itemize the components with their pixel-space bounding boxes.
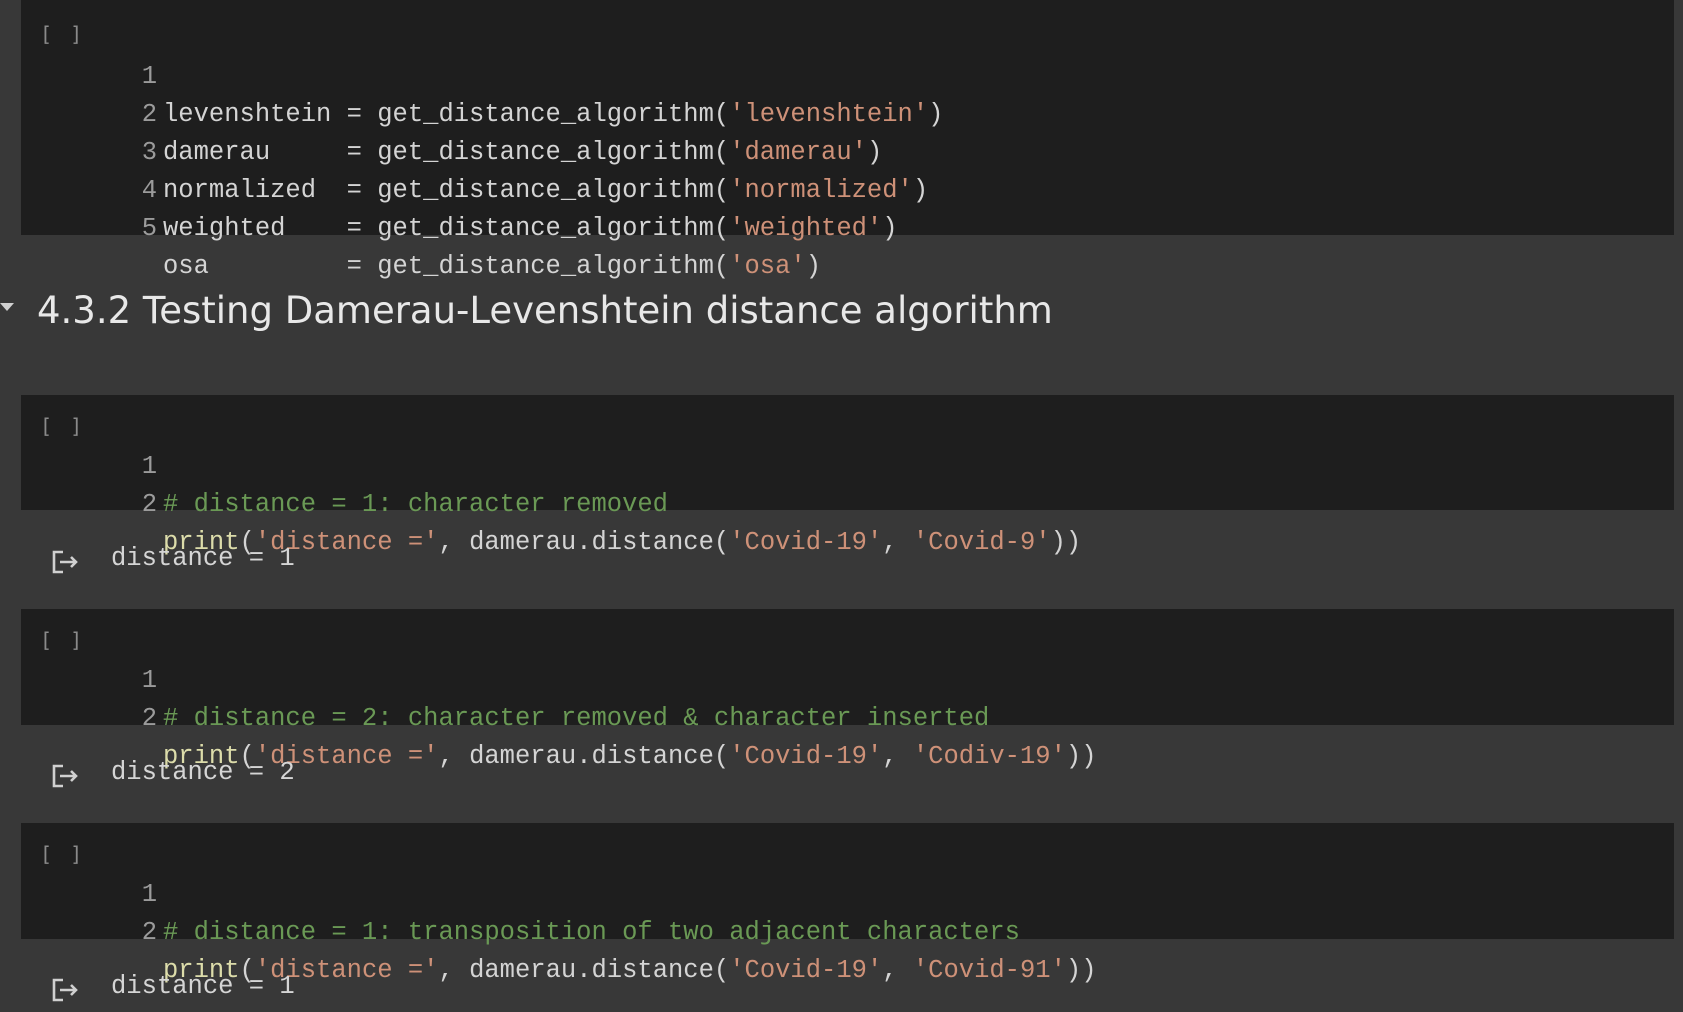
code-line[interactable]: 3 normalized = get_distance_algorithm('n… — [21, 96, 928, 205]
line-number: 3 — [141, 138, 157, 167]
code-cell[interactable]: [ ] 1 # distance = 1: transposition of t… — [21, 823, 1674, 985]
code-line[interactable]: 1 # distance = 1: transposition of two a… — [21, 838, 1020, 947]
cell-output: distance = 2 — [21, 724, 1674, 822]
code-text: damerau = get_distance_algorithm('damera… — [163, 138, 883, 167]
code-text: osa = get_distance_algorithm('osa') — [163, 252, 822, 281]
line-number: 1 — [141, 62, 157, 91]
code-line[interactable]: 2 print('distance =', damerau.distance('… — [21, 876, 1097, 985]
code-line[interactable]: 2 damerau = get_distance_algorithm('dame… — [21, 58, 883, 167]
line-number: 2 — [141, 100, 157, 129]
code-cell[interactable]: [ ] 1 # distance = 2: character removed … — [21, 609, 1674, 771]
code-line[interactable]: 5 osa = get_distance_algorithm('osa') — [21, 172, 821, 281]
code-line[interactable]: 1 levenshtein = get_distance_algorithm('… — [21, 20, 944, 129]
code-line[interactable]: 2 print('distance =', damerau.distance('… — [21, 662, 1097, 771]
collapse-triangle-icon[interactable] — [0, 303, 14, 311]
code-line[interactable]: 1 # distance = 2: character removed & ch… — [21, 624, 990, 733]
output-text: distance = 2 — [111, 758, 295, 787]
code-line[interactable]: 1 # distance = 1: character removed — [21, 410, 668, 519]
line-number: 1 — [141, 666, 157, 695]
output-arrow-icon[interactable] — [49, 760, 79, 790]
line-number: 1 — [141, 880, 157, 909]
output-arrow-icon[interactable] — [49, 974, 79, 1004]
code-line[interactable]: 4 weighted = get_distance_algorithm('wei… — [21, 134, 898, 243]
code-cell[interactable]: [ ] 1 levenshtein = get_distance_algorit… — [21, 0, 1674, 281]
code-cell[interactable]: [ ] 1 # distance = 1: character removed … — [21, 395, 1674, 557]
cell-output: distance = 1 — [21, 938, 1674, 1012]
output-text: distance = 1 — [111, 972, 295, 1001]
line-number: 4 — [141, 176, 157, 205]
line-number: 1 — [141, 452, 157, 481]
code-line[interactable]: 2 print('distance =', damerau.distance('… — [21, 448, 1082, 557]
cell-output: distance = 1 — [21, 510, 1674, 608]
code-text: normalized = get_distance_algorithm('nor… — [163, 176, 929, 205]
output-text: distance = 1 — [111, 544, 295, 573]
code-text: weighted = get_distance_algorithm('weigh… — [163, 214, 898, 243]
line-number: 5 — [141, 214, 157, 243]
section-heading: 4.3.2 Testing Damerau-Levenshtein distan… — [37, 289, 1053, 332]
code-text: levenshtein = get_distance_algorithm('le… — [163, 100, 944, 129]
output-arrow-icon[interactable] — [49, 546, 79, 576]
